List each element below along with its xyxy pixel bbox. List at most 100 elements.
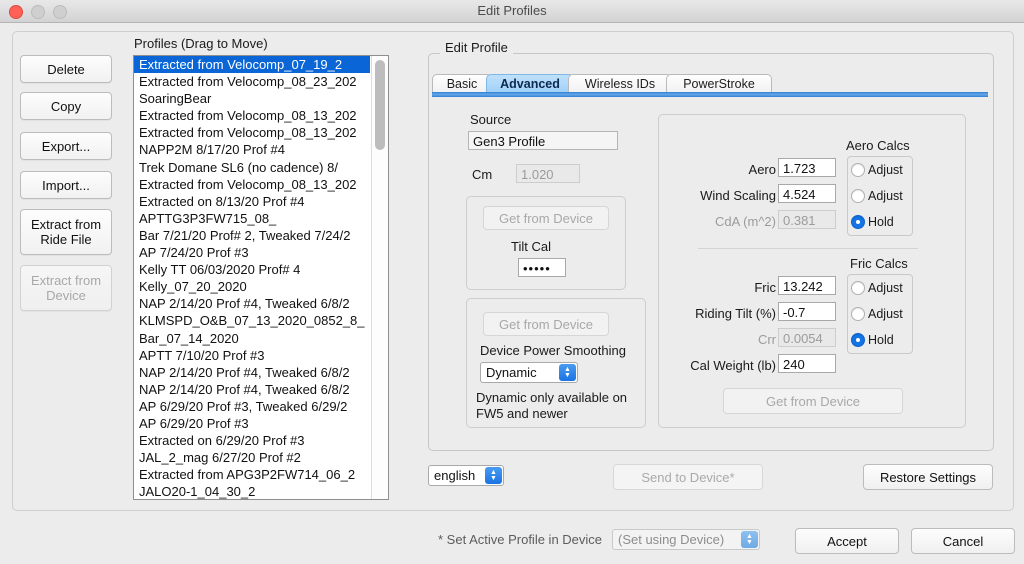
device-power-smoothing-label: Device Power Smoothing [480, 343, 626, 358]
tilt-cal-get-from-device-button: Get from Device [483, 206, 609, 230]
edit-profiles-window: Edit Profiles Delete Copy Export... Impo… [0, 0, 1024, 564]
aero-field[interactable]: 1.723 [778, 158, 836, 177]
profile-list-item[interactable]: Bar 7/21/20 Prof# 2, Tweaked 7/24/2 [134, 227, 370, 244]
aero-adjust-radio[interactable] [851, 163, 865, 177]
window-titlebar: Edit Profiles [0, 0, 1024, 23]
profile-list-item[interactable]: SoaringBear [134, 90, 370, 107]
tab-wireless-ids[interactable]: Wireless IDs [568, 74, 672, 94]
cda-field: 0.381 [778, 210, 836, 229]
riding-tilt-label: Riding Tilt (%) [664, 306, 776, 321]
fric-adjust-radio-row[interactable]: Adjust [848, 275, 912, 301]
source-value-field: Gen3 Profile [468, 131, 618, 150]
aero-hold-radio[interactable] [851, 215, 865, 229]
profiles-list-label: Profiles (Drag to Move) [134, 36, 268, 51]
delete-button[interactable]: Delete [20, 55, 112, 83]
profile-list-item[interactable]: AP 7/24/20 Prof #3 [134, 244, 370, 261]
profiles-listbox[interactable]: Extracted from Velocomp_07_19_2Extracted… [133, 55, 389, 500]
accept-button[interactable]: Accept [795, 528, 899, 554]
riding-tilt-field[interactable]: -0.7 [778, 302, 836, 321]
import-button[interactable]: Import... [20, 171, 112, 199]
tab-powerstroke[interactable]: PowerStroke [666, 74, 772, 94]
profile-list-item[interactable]: APTT 7/10/20 Prof #3 [134, 347, 370, 364]
profile-list-item[interactable]: Extracted from Velocomp_08_13_202 [134, 176, 370, 193]
fric-hold-radio[interactable] [851, 333, 865, 347]
edit-profile-group-title: Edit Profile [440, 40, 513, 55]
aero-adjust-radio-row[interactable]: Adjust [848, 157, 912, 183]
cancel-button[interactable]: Cancel [911, 528, 1015, 554]
device-power-smoothing-select[interactable]: Dynamic ▲▼ [480, 362, 578, 383]
aero-label: Aero [680, 162, 776, 177]
copy-button[interactable]: Copy [20, 92, 112, 120]
aero-hold-label: Hold [868, 215, 894, 229]
aero-calcs-title: Aero Calcs [846, 138, 910, 153]
wind-scaling-adjust-label: Adjust [868, 189, 903, 203]
profile-list-item[interactable]: NAP 2/14/20 Prof #4, Tweaked 6/8/2 [134, 381, 370, 398]
profile-list-item[interactable]: Extracted from APG3P2FW714_06_2 [134, 466, 370, 483]
aero-hold-radio-row[interactable]: Hold [848, 209, 912, 235]
profile-list-item[interactable]: Extracted from Velocomp_08_13_202 [134, 107, 370, 124]
restore-settings-button[interactable]: Restore Settings [863, 464, 993, 490]
profile-list-item[interactable]: Kelly TT 06/03/2020 Prof# 4 [134, 261, 370, 278]
tab-basic[interactable]: Basic [432, 74, 492, 94]
chevron-updown-icon: ▲▼ [741, 531, 758, 548]
device-power-smoothing-value: Dynamic [486, 365, 537, 380]
extract-from-ride-file-button[interactable]: Extract from Ride File [20, 209, 112, 255]
profiles-list[interactable]: Extracted from Velocomp_07_19_2Extracted… [134, 56, 370, 499]
profile-list-item[interactable]: Extracted from Velocomp_08_23_202 [134, 73, 370, 90]
riding-tilt-adjust-label: Adjust [868, 307, 903, 321]
fric-hold-radio-row[interactable]: Hold [848, 327, 912, 353]
fric-hold-label: Hold [868, 333, 894, 347]
send-to-device-button: Send to Device* [613, 464, 763, 490]
tilt-cal-field[interactable]: ••••• [518, 258, 566, 277]
tab-advanced[interactable]: Advanced [486, 74, 574, 94]
fric-field[interactable]: 13.242 [778, 276, 836, 295]
profile-list-item[interactable]: JALO20-1_04_30_2 [134, 483, 370, 499]
riding-tilt-adjust-radio[interactable] [851, 307, 865, 321]
fric-calcs-radio-group[interactable]: Adjust Adjust Hold [847, 274, 913, 354]
profile-list-item[interactable]: Kelly_07_20_2020 [134, 278, 370, 295]
profile-list-item[interactable]: APTTG3P3FW715_08_ [134, 210, 370, 227]
export-button[interactable]: Export... [20, 132, 112, 160]
wind-scaling-field[interactable]: 4.524 [778, 184, 836, 203]
tab-active-underline [432, 92, 988, 97]
aero-calcs-radio-group[interactable]: Adjust Adjust Hold [847, 156, 913, 236]
profile-list-item[interactable]: KLMSPD_O&B_07_13_2020_0852_8_ [134, 312, 370, 329]
active-profile-value: (Set using Device) [618, 532, 724, 547]
wind-scaling-label: Wind Scaling [664, 188, 776, 203]
profile-list-item[interactable]: Extracted on 8/13/20 Prof #4 [134, 193, 370, 210]
profile-list-item[interactable]: JAL_2_mag 6/27/20 Prof #2 [134, 449, 370, 466]
profile-list-item[interactable]: Extracted from Velocomp_08_13_202 [134, 124, 370, 141]
active-profile-select[interactable]: (Set using Device) ▲▼ [612, 529, 760, 550]
extract-from-device-button: Extract from Device [20, 265, 112, 311]
fric-adjust-radio[interactable] [851, 281, 865, 295]
aero-adjust-label: Adjust [868, 163, 903, 177]
profile-list-item[interactable]: Trek Domane SL6 (no cadence) 8/ [134, 159, 370, 176]
riding-tilt-adjust-radio-row[interactable]: Adjust [848, 301, 912, 327]
profile-list-item[interactable]: Bar_07_14_2020 [134, 330, 370, 347]
chevron-updown-icon: ▲▼ [485, 467, 502, 484]
cda-label: CdA (m^2) [664, 214, 776, 229]
active-profile-note: * Set Active Profile in Device [438, 532, 602, 547]
wind-scaling-adjust-radio[interactable] [851, 189, 865, 203]
tilt-cal-label: Tilt Cal [511, 239, 551, 254]
fric-label: Fric [680, 280, 776, 295]
language-select[interactable]: english ▲▼ [428, 465, 504, 486]
smoothing-get-from-device-button: Get from Device [483, 312, 609, 336]
profile-list-item[interactable]: NAP 2/14/20 Prof #4, Tweaked 6/8/2 [134, 364, 370, 381]
profiles-scrollbar-thumb[interactable] [375, 60, 385, 150]
cal-weight-field[interactable]: 240 [778, 354, 836, 373]
crr-label: Crr [664, 332, 776, 347]
profile-list-item[interactable]: AP 6/29/20 Prof #3 [134, 415, 370, 432]
profiles-scrollbar[interactable] [371, 56, 388, 499]
profile-list-item[interactable]: Extracted on 6/29/20 Prof #3 [134, 432, 370, 449]
tab-bar: Basic Advanced Wireless IDs PowerStroke [432, 74, 988, 93]
profile-list-item[interactable]: Extracted from Velocomp_07_19_2 [134, 56, 370, 73]
fric-adjust-label: Adjust [868, 281, 903, 295]
window-title: Edit Profiles [0, 3, 1024, 18]
profile-list-item[interactable]: NAPP2M 8/17/20 Prof #4 [134, 141, 370, 158]
profile-list-item[interactable]: NAP 2/14/20 Prof #4, Tweaked 6/8/2 [134, 295, 370, 312]
wind-scaling-adjust-radio-row[interactable]: Adjust [848, 183, 912, 209]
source-label: Source [470, 112, 511, 127]
profile-list-item[interactable]: AP 6/29/20 Prof #3, Tweaked 6/29/2 [134, 398, 370, 415]
fric-get-from-device-button: Get from Device [723, 388, 903, 414]
